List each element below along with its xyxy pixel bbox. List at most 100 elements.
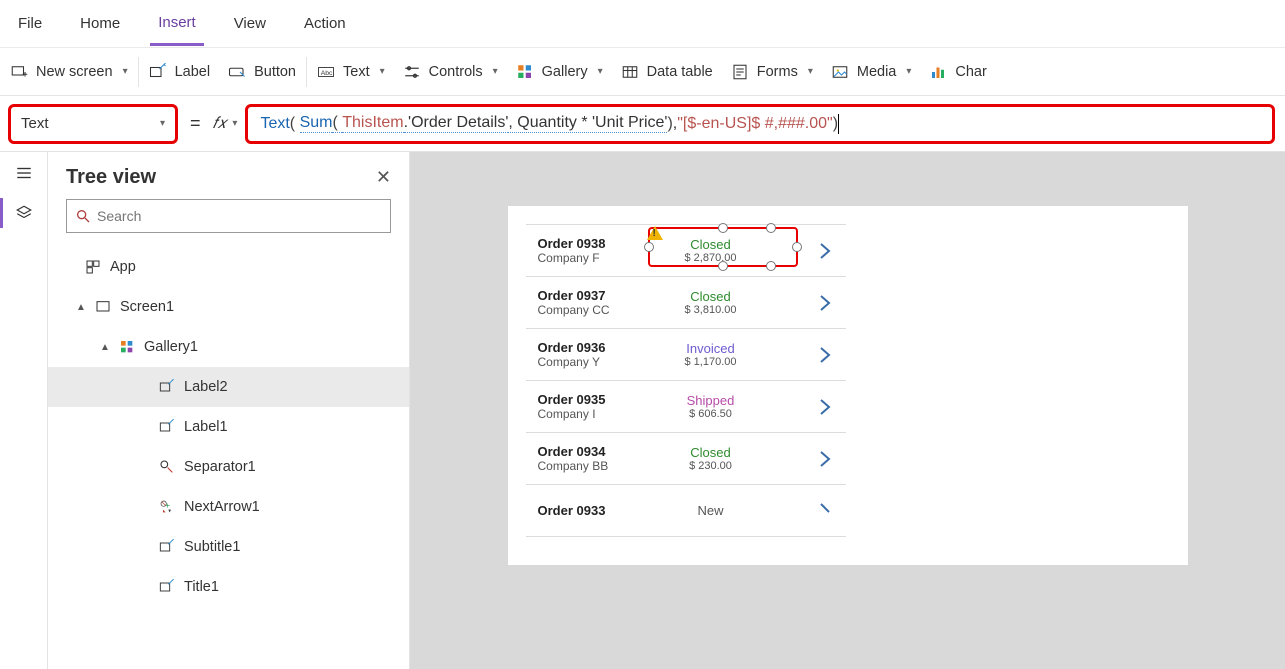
insert-chart-button[interactable]: Char: [929, 63, 986, 81]
insert-text-button[interactable]: Abc Text ▾: [317, 63, 385, 81]
tree-node-label: Separator1: [184, 459, 256, 475]
next-arrow[interactable]: [776, 397, 838, 417]
control-icon: [158, 578, 176, 596]
expand-toggle-icon[interactable]: ▲: [100, 342, 110, 353]
property-selector[interactable]: Text ▾: [8, 104, 178, 144]
resize-handle[interactable]: [792, 242, 802, 252]
fx-button[interactable]: 𝑓𝑥▾: [213, 115, 238, 133]
insert-datatable-button[interactable]: Data table: [621, 63, 713, 81]
insert-gallery-button[interactable]: Gallery ▾: [516, 63, 603, 81]
next-arrow[interactable]: [776, 293, 838, 313]
menu-action[interactable]: Action: [296, 3, 354, 44]
menu-bar: File Home Insert View Action: [0, 0, 1285, 48]
tree-node-app[interactable]: App: [48, 247, 409, 287]
company-name: Company BB: [538, 459, 646, 473]
search-field[interactable]: [97, 208, 382, 224]
search-icon: [75, 208, 91, 224]
left-rail: [0, 152, 48, 669]
insert-forms-button[interactable]: Forms ▾: [731, 63, 813, 81]
chevron-down-icon: ▾: [123, 66, 128, 77]
insert-button-label: Button: [254, 64, 296, 80]
canvas[interactable]: Order 0938 Company F Closed $ 2,870.00 O…: [410, 152, 1285, 669]
formula-bar: Text ▾ = 𝑓𝑥▾ Text( Sum( ThisItem .'Order…: [0, 96, 1285, 152]
gallery-row[interactable]: Order 0933 New: [526, 485, 846, 537]
order-name: Order 0933: [538, 503, 646, 518]
resize-handle[interactable]: [766, 261, 776, 271]
tree-node-separator1[interactable]: Separator1: [48, 447, 409, 487]
insert-media-button[interactable]: Media ▾: [831, 63, 912, 81]
selection-overlay[interactable]: [648, 227, 798, 267]
main-area: Tree view ✕ App ▲ Screen1 ▲ Gal: [0, 152, 1285, 669]
chevron-down-icon: ▾: [380, 66, 385, 77]
tree-node-label: Label2: [184, 379, 228, 395]
chevron-right-icon: [818, 397, 832, 417]
resize-handle[interactable]: [766, 223, 776, 233]
tree-node-title1[interactable]: Title1: [48, 567, 409, 607]
gallery-grid-icon: [516, 63, 534, 81]
tree-node-label1[interactable]: Label1: [48, 407, 409, 447]
tree-node-nextarrow1[interactable]: NextArrow1: [48, 487, 409, 527]
order-name: Order 0935: [538, 392, 646, 407]
tree-node-screen[interactable]: ▲ Screen1: [48, 287, 409, 327]
svg-text:Abc: Abc: [321, 70, 333, 77]
next-arrow[interactable]: [776, 449, 838, 469]
control-icon: [158, 378, 176, 396]
next-arrow[interactable]: [776, 501, 838, 521]
menu-insert[interactable]: Insert: [150, 2, 204, 46]
hamburger-icon[interactable]: [13, 162, 35, 184]
insert-controls-label: Controls: [429, 64, 483, 80]
insert-controls-button[interactable]: Controls ▾: [403, 63, 498, 81]
insert-text-label: Text: [343, 64, 370, 80]
tree-node-gallery[interactable]: ▲ Gallery1: [48, 327, 409, 367]
close-icon[interactable]: ✕: [376, 167, 391, 188]
order-status: Closed: [646, 445, 776, 460]
order-name: Order 0934: [538, 444, 646, 459]
insert-button-button[interactable]: Button: [228, 63, 296, 81]
formula-input[interactable]: Text( Sum( ThisItem .'Order Details' , Q…: [245, 104, 1275, 144]
order-name: Order 0938: [538, 236, 646, 251]
form-icon: [731, 63, 749, 81]
new-screen-button[interactable]: New screen ▾: [10, 63, 128, 81]
control-icon: [158, 538, 176, 556]
menu-view[interactable]: View: [226, 3, 274, 44]
chevron-down-icon: ▾: [160, 118, 165, 129]
formula-thisitem: ThisItem: [342, 114, 403, 133]
insert-forms-label: Forms: [757, 64, 798, 80]
chevron-right-icon: [818, 449, 832, 469]
order-name: Order 0937: [538, 288, 646, 303]
app-preview: Order 0938 Company F Closed $ 2,870.00 O…: [508, 206, 1188, 565]
chevron-down-icon: ▾: [493, 66, 498, 77]
search-input[interactable]: [66, 199, 391, 233]
tree-node-label2[interactable]: Label2: [48, 367, 409, 407]
tree-view-panel: Tree view ✕ App ▲ Screen1 ▲ Gal: [48, 152, 410, 669]
menu-file[interactable]: File: [10, 3, 50, 44]
resize-handle[interactable]: [718, 261, 728, 271]
gallery-row[interactable]: Order 0938 Company F Closed $ 2,870.00: [526, 225, 846, 277]
insert-label-button[interactable]: Label: [149, 63, 210, 81]
next-arrow[interactable]: [776, 345, 838, 365]
text-abc-icon: Abc: [317, 63, 335, 81]
gallery-preview: Order 0938 Company F Closed $ 2,870.00 O…: [526, 224, 846, 537]
equals-sign: =: [186, 113, 205, 134]
tree-node-subtitle1[interactable]: Subtitle1: [48, 527, 409, 567]
menu-home[interactable]: Home: [72, 3, 128, 44]
expand-toggle-icon[interactable]: ▲: [76, 302, 86, 313]
chevron-right-icon: [818, 293, 832, 313]
table-icon: [621, 63, 639, 81]
gallery-row[interactable]: Order 0937 Company CC Closed $ 3,810.00: [526, 277, 846, 329]
tree-view-title: Tree view: [66, 166, 156, 189]
resize-handle[interactable]: [718, 223, 728, 233]
new-screen-label: New screen: [36, 64, 113, 80]
gallery-row[interactable]: Order 0935 Company I Shipped $ 606.50: [526, 381, 846, 433]
order-price: $ 3,810.00: [646, 304, 776, 316]
gallery-row[interactable]: Order 0936 Company Y Invoiced $ 1,170.00: [526, 329, 846, 381]
layers-icon[interactable]: [13, 202, 35, 224]
ribbon: New screen ▾ Label Button Abc Text ▾ Con…: [0, 48, 1285, 96]
screen-plus-icon: [10, 63, 28, 81]
gallery-row[interactable]: Order 0934 Company BB Closed $ 230.00: [526, 433, 846, 485]
resize-handle[interactable]: [644, 242, 654, 252]
insert-gallery-label: Gallery: [542, 64, 588, 80]
tree-node-label: Label1: [184, 419, 228, 435]
bar-chart-icon: [929, 63, 947, 81]
chevron-right-icon: [818, 501, 832, 521]
